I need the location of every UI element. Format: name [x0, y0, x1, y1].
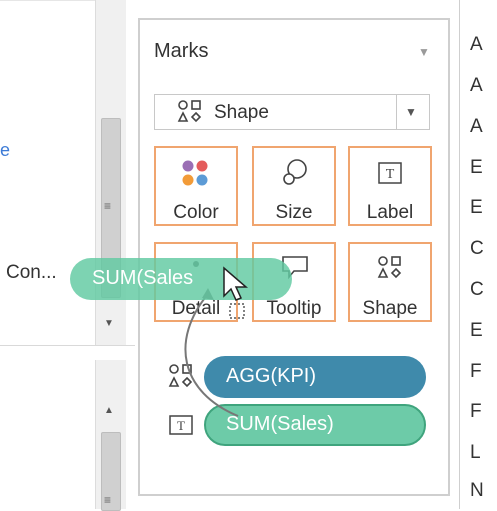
- mark-type-value: Shape: [214, 102, 269, 123]
- scroll-up-arrow-icon[interactable]: ▲: [104, 405, 114, 416]
- right-list-item[interactable]: E: [470, 320, 483, 342]
- panel-divider: [459, 0, 460, 509]
- scroll-down-arrow-icon[interactable]: ▼: [104, 318, 114, 329]
- dropdown-separator: [396, 94, 397, 130]
- right-list-item[interactable]: F: [470, 361, 482, 383]
- right-list-item[interactable]: C: [470, 238, 484, 260]
- shape-icon: [176, 99, 204, 130]
- left-divider: [0, 345, 135, 346]
- size-icon: [281, 158, 309, 188]
- right-list-item[interactable]: A: [470, 75, 483, 97]
- right-list-item[interactable]: L: [470, 442, 481, 464]
- label-button-label: Label: [366, 202, 414, 223]
- left-top-border: [0, 0, 110, 1]
- cursor-icon: [223, 266, 249, 319]
- dragged-pill-label: SUM(Sales: [92, 267, 194, 289]
- right-list-item[interactable]: N: [470, 480, 484, 502]
- marks-menu-icon[interactable]: ▼: [418, 45, 430, 59]
- grip-icon-lower: ≡: [104, 493, 112, 507]
- drag-arrow: [184, 288, 239, 417]
- left-con-label[interactable]: Con...: [6, 262, 57, 284]
- svg-text:T: T: [386, 167, 395, 182]
- right-list-item[interactable]: E: [470, 197, 483, 219]
- right-list-item[interactable]: A: [470, 116, 483, 138]
- label-text-icon: T: [377, 161, 403, 185]
- shape-icon: [376, 254, 404, 282]
- right-list-item[interactable]: F: [470, 401, 482, 423]
- grip-icon: ≡: [104, 199, 112, 213]
- color-dots-icon: [180, 158, 210, 188]
- right-list-item[interactable]: E: [470, 157, 483, 179]
- chevron-down-icon[interactable]: ▼: [405, 105, 417, 119]
- shape-button-label: Shape: [362, 298, 418, 319]
- size-button-label: Size: [275, 202, 313, 223]
- left-link-fragment[interactable]: e: [0, 140, 10, 161]
- color-button-label: Color: [173, 202, 219, 223]
- right-list-item[interactable]: A: [470, 34, 483, 56]
- right-list-item[interactable]: C: [470, 279, 484, 301]
- marks-title: Marks: [154, 40, 209, 62]
